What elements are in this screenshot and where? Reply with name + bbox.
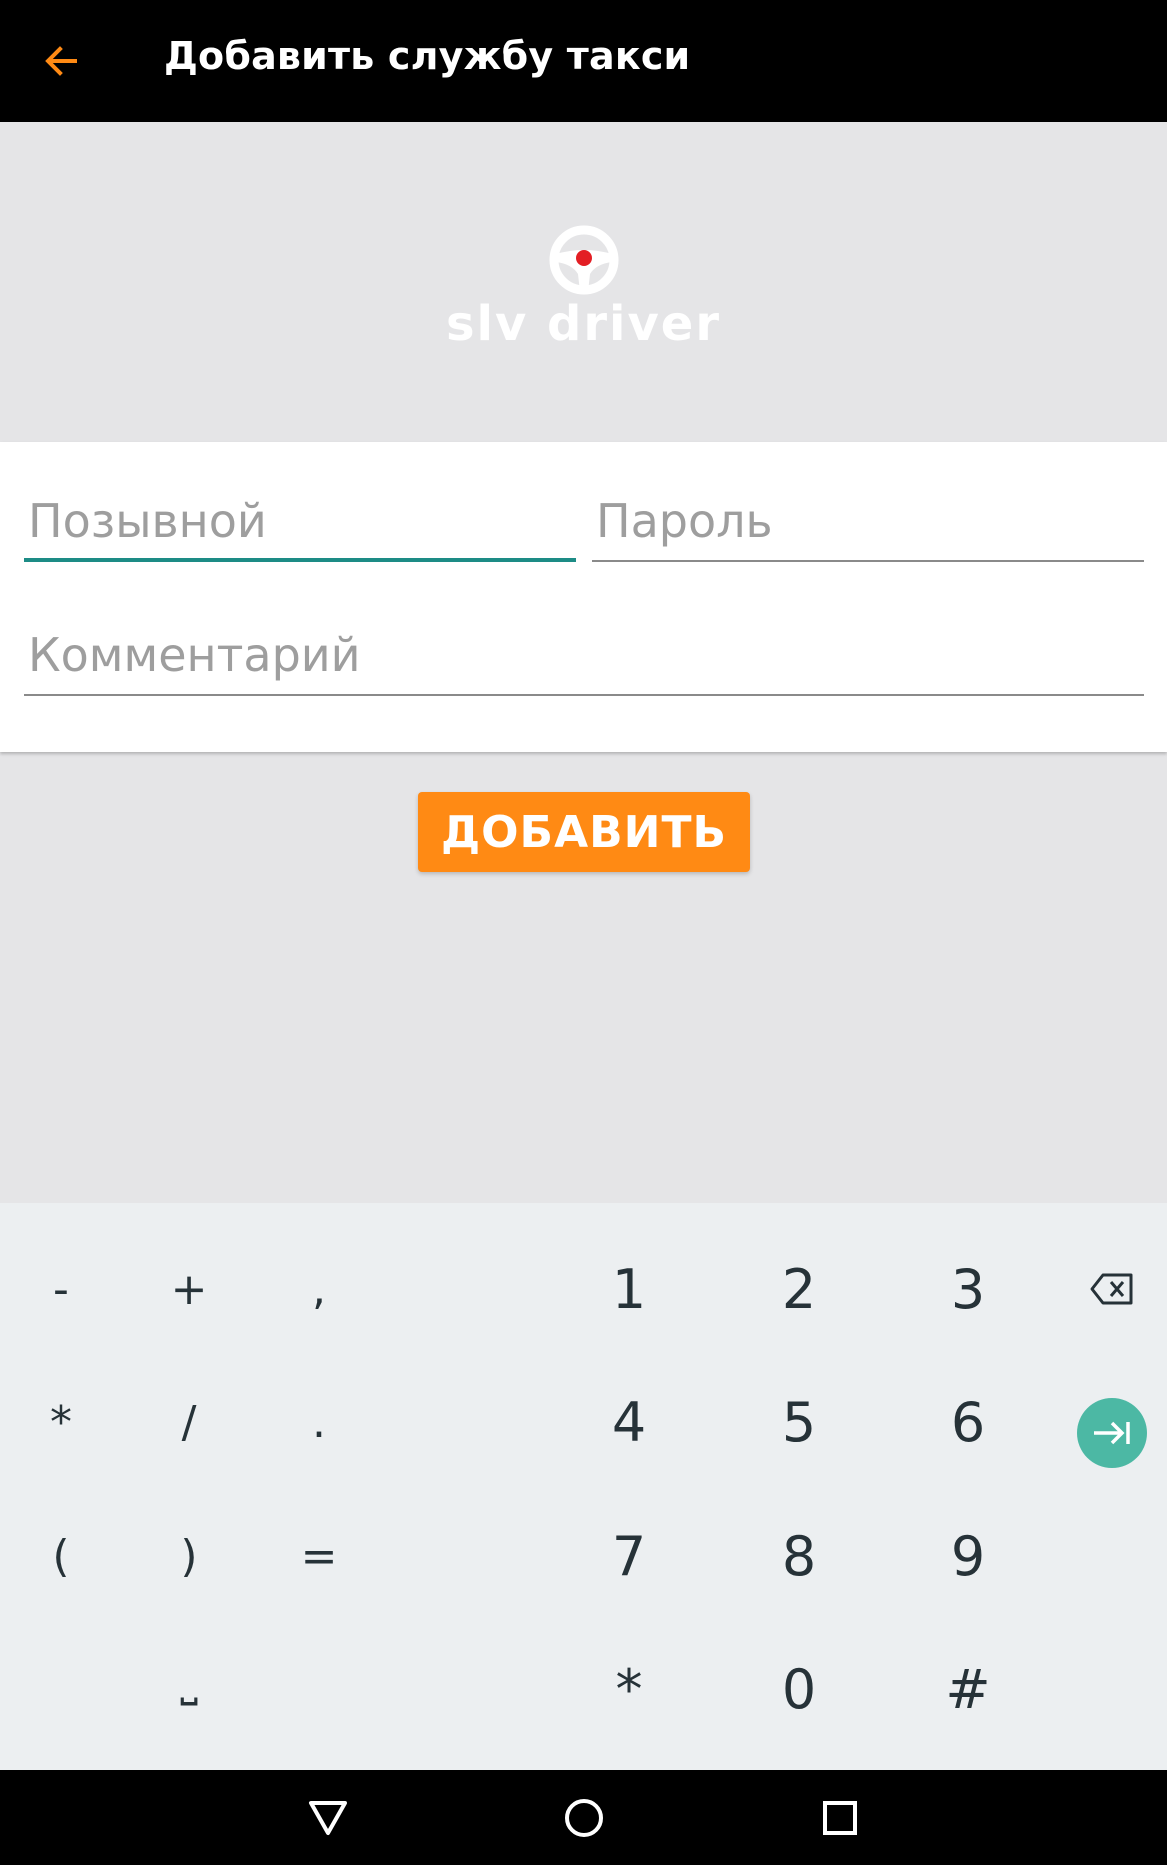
key-period[interactable]: . [259,1367,379,1477]
key-minus[interactable]: - [1,1234,121,1344]
callsign-underline [24,558,576,562]
add-button[interactable]: ДОБАВИТЬ [418,792,750,872]
nav-home-button[interactable] [552,1786,616,1850]
app-bar: Добавить службу такси [0,0,1167,122]
comment-underline [24,694,1144,696]
key-plus[interactable]: + [129,1234,249,1344]
next-field-key[interactable] [1077,1398,1147,1468]
nav-home-circle-icon [565,1799,603,1837]
back-button[interactable] [26,26,96,96]
callsign-placeholder: Позывной [28,494,267,548]
backspace-key[interactable] [1052,1234,1167,1344]
tab-next-icon [1094,1421,1130,1445]
logo-text: slv driver [445,296,722,352]
key-7[interactable]: 7 [569,1501,689,1611]
password-field[interactable]: Пароль [592,494,1144,562]
key-3[interactable]: 3 [908,1234,1028,1344]
arrow-left-icon [45,46,77,76]
form-card: Позывной Пароль Комментарий [0,442,1167,752]
comment-field[interactable]: Комментарий [24,628,1144,696]
comment-placeholder: Комментарий [28,628,361,682]
password-placeholder: Пароль [596,494,773,548]
key-slash[interactable]: / [129,1367,249,1477]
page-title: Добавить службу такси [164,34,691,78]
callsign-field[interactable]: Позывной [24,494,576,562]
key-star[interactable]: * [569,1634,689,1744]
key-2[interactable]: 2 [739,1234,859,1344]
nav-recents-square-icon [823,1801,857,1835]
key-5[interactable]: 5 [739,1367,859,1477]
key-1[interactable]: 1 [569,1234,689,1344]
key-6[interactable]: 6 [908,1367,1028,1477]
system-nav-bar [0,1770,1167,1865]
space-key[interactable]: ⎵ [129,1625,249,1735]
nav-back-triangle-icon [309,1801,347,1835]
steering-wheel-icon [549,225,619,295]
nav-recents-button[interactable] [808,1786,872,1850]
password-underline [592,560,1144,562]
key-8[interactable]: 8 [739,1501,859,1611]
key-open-paren[interactable]: ( [1,1501,121,1611]
key-asterisk[interactable]: * [1,1367,121,1477]
key-9[interactable]: 9 [908,1501,1028,1611]
key-4[interactable]: 4 [569,1367,689,1477]
key-hash[interactable]: # [908,1634,1028,1744]
key-comma[interactable]: , [259,1234,379,1344]
backspace-icon [1090,1273,1133,1305]
key-close-paren[interactable]: ) [129,1501,249,1611]
key-equals[interactable]: = [259,1501,379,1611]
key-0[interactable]: 0 [739,1634,859,1744]
nav-back-button[interactable] [296,1786,360,1850]
